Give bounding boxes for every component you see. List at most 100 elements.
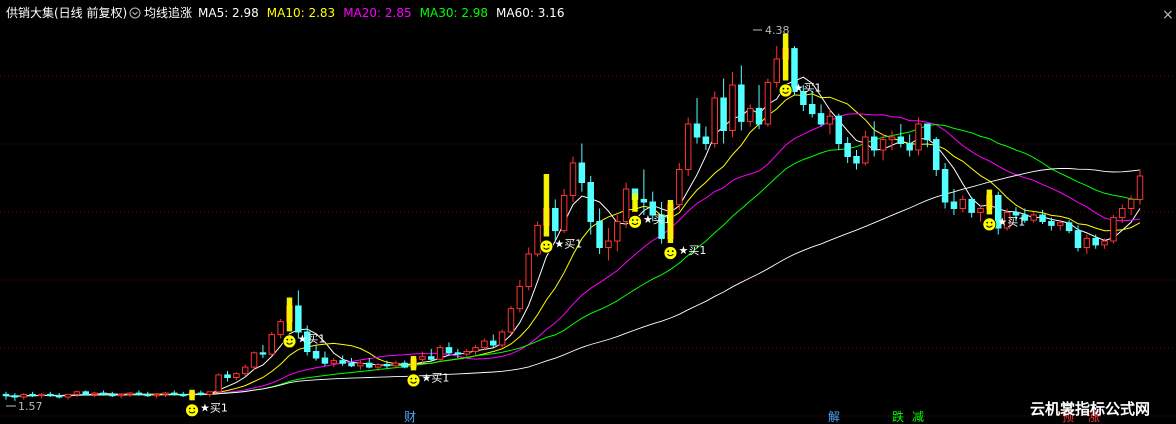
signal-bar	[667, 200, 674, 243]
candle-up	[764, 81, 772, 125]
buy-signal[interactable]: ★买1	[663, 200, 706, 260]
candle-down	[312, 351, 320, 359]
close-icon[interactable]: ×	[1162, 7, 1174, 23]
candle-down	[720, 97, 727, 131]
ma-legend-item: MA10: 2.83	[267, 6, 335, 20]
buy-signal[interactable]: ★买1	[282, 297, 326, 349]
dropdown-chevron-icon-mark	[132, 11, 138, 16]
candle-down	[1065, 222, 1073, 232]
low-price-label: 1.57	[18, 400, 43, 413]
candle-down	[401, 362, 408, 368]
candlesticks	[2, 35, 1144, 401]
candle-up	[215, 374, 222, 393]
candle-up	[1127, 198, 1135, 209]
candle-up	[330, 360, 338, 364]
buy-signal-label: ★买1	[678, 244, 706, 257]
candle-down	[29, 393, 36, 397]
candle-up	[1110, 217, 1117, 242]
candle-up	[463, 351, 470, 355]
candle-down	[817, 113, 825, 125]
candle-up	[64, 393, 72, 398]
candle-up	[915, 123, 922, 151]
smiley-eye	[410, 377, 413, 380]
chart-header: 供销大集(日线 前复权) 均线追涨 MA5: 2.98 MA10: 2.83 MA2…	[6, 5, 1174, 23]
candle-down	[844, 143, 851, 157]
smiley-eye	[414, 377, 417, 380]
candle-down	[55, 395, 63, 398]
candle-down	[552, 208, 559, 232]
candle-up	[676, 169, 683, 206]
candle-down	[906, 143, 913, 151]
smiley-icon	[982, 217, 997, 232]
candle-up	[91, 392, 98, 395]
candle-down	[835, 115, 843, 144]
candle-up	[977, 208, 984, 213]
buy-signal[interactable]: ★买1	[778, 33, 822, 98]
candle-up	[534, 224, 541, 255]
candle-down	[428, 356, 435, 360]
candle-up	[419, 356, 426, 360]
event-marker-die[interactable]: 跌	[892, 409, 904, 424]
candle-down	[897, 136, 905, 144]
smiley-eye	[986, 221, 989, 224]
smiley-icon	[663, 246, 678, 260]
candle-up	[162, 392, 169, 395]
grid-lines	[0, 75, 1176, 417]
candle-up	[569, 162, 577, 196]
dropdown-chevron-icon[interactable]	[129, 7, 141, 19]
candle-down	[755, 107, 763, 125]
candle-up	[1136, 175, 1144, 200]
candle-up	[498, 331, 506, 346]
candle-up	[959, 198, 967, 209]
buy-signal-label: ★买1	[298, 332, 326, 345]
candle-up	[277, 321, 284, 336]
smiley-eye	[782, 87, 785, 90]
event-marker-cai[interactable]: 财	[404, 410, 416, 424]
smiley-eye	[667, 250, 670, 253]
candle-up	[684, 123, 692, 170]
candle-down	[596, 221, 603, 248]
indicator-name[interactable]: 均线追涨	[144, 5, 192, 20]
candle-down	[578, 162, 586, 183]
smiley-icon	[539, 239, 554, 254]
candle-up	[1057, 222, 1064, 226]
candle-down	[383, 364, 391, 367]
candle-up	[20, 393, 27, 398]
ma-legend-item: MA60: 3.16	[496, 6, 564, 20]
event-marker-jian[interactable]: 减	[912, 410, 924, 424]
smiley-icon	[282, 334, 297, 349]
candle-up	[711, 97, 718, 144]
candle-down	[339, 360, 346, 364]
candle-up	[879, 139, 887, 151]
candle-down	[135, 392, 143, 395]
event-marker-jie[interactable]: 解	[828, 410, 840, 424]
buy-signal-label: ★买1	[200, 401, 228, 414]
candle-up	[605, 240, 612, 248]
smiley-icon	[778, 83, 793, 98]
high-price-label: 4.38	[765, 24, 790, 37]
candle-down	[924, 123, 931, 141]
candle-up	[1030, 214, 1037, 221]
stock-title[interactable]: 供销大集(日线 前复权)	[6, 5, 127, 20]
candle-up	[357, 362, 364, 367]
kline-chart[interactable]: ★买1 ★买1 ★买1 ★买1 ★买1 ★买1 ★买1 ★买1 供销大集(日线 前复权) 均线…	[0, 0, 1176, 424]
smiley-icon	[185, 403, 199, 418]
candle-down	[808, 104, 816, 115]
candle-down	[445, 347, 453, 354]
signal-bar	[543, 174, 550, 237]
candle-down	[693, 123, 701, 138]
candle-down	[853, 156, 860, 164]
candle-up	[436, 347, 444, 360]
candle-up	[126, 392, 134, 395]
smiley-eye	[786, 87, 789, 90]
buy-signal-label: ★买1	[643, 213, 671, 226]
candle-up	[614, 221, 621, 242]
smiley-eye	[636, 219, 639, 221]
candle-down	[11, 395, 19, 398]
signal-bar	[782, 33, 789, 81]
buy-signal-label: ★买1	[794, 82, 822, 95]
candle-down	[365, 362, 373, 368]
candle-up	[117, 393, 125, 397]
smiley-icon	[628, 214, 642, 229]
signal-bar	[410, 356, 417, 371]
